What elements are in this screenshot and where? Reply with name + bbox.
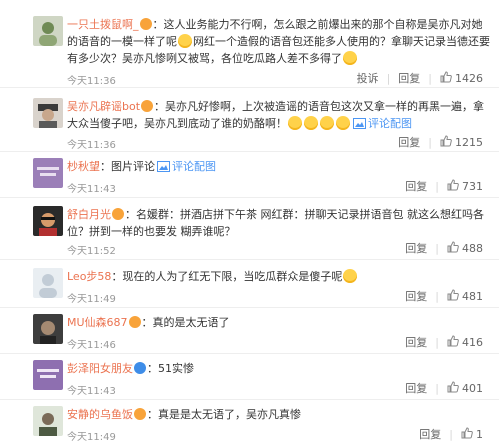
comment-text: MU仙森687 ：真的是太无语了 (67, 316, 230, 329)
vip-badge-icon (134, 408, 146, 420)
avatar[interactable] (33, 158, 63, 188)
comment-text: 杪秋望：图片评论 评论配图 (67, 160, 216, 173)
reply-button[interactable]: 回复 (405, 240, 427, 256)
vip-badge-icon (139, 18, 152, 30)
comment-text: Leo步58：现在的人为了红无下限，当吃瓜群众是傻子呢 (67, 268, 491, 285)
thumbs-up-icon (447, 241, 459, 253)
comment-item: 杪秋望：图片评论 评论配图 今天11:43 回复 | 731 (0, 152, 499, 198)
image-icon (157, 161, 170, 172)
emoji-icon (288, 116, 302, 130)
like-count: 731 (462, 179, 483, 193)
comment-text: 吴亦凡辟谣bot ：吴亦凡好惨啊，上次被造谣的语音包这次又拿一样的再黑一遍，拿大众… (67, 100, 485, 130)
like-count: 481 (462, 289, 483, 303)
comment-time: 今天11:49 (67, 432, 116, 443)
avatar[interactable] (33, 98, 63, 128)
like-button[interactable]: 401 (447, 381, 483, 395)
like-count: 1215 (455, 135, 483, 149)
like-count: 1426 (455, 71, 483, 85)
comment-item: MU仙森687 ：真的是太无语了 今天11:46 回复 | 416 (0, 308, 499, 354)
commenter-name[interactable]: 安静的乌鱼饭 (67, 408, 133, 421)
comment-image-link[interactable]: 评论配图 (172, 160, 216, 173)
comment-item: 彭泽阳女朋友 ：51实惨 今天11:43 回复 | 401 (0, 354, 499, 400)
avatar[interactable] (33, 16, 63, 46)
thumbs-up-icon (461, 427, 473, 439)
vip-badge-icon (112, 208, 124, 220)
commenter-name[interactable]: Leo步58 (67, 270, 111, 283)
avatar[interactable] (33, 268, 63, 298)
like-button[interactable]: 488 (447, 241, 483, 255)
comment-text: 彭泽阳女朋友 ：51实惨 (67, 362, 194, 375)
emoji-icon (343, 51, 357, 65)
vip-badge-icon (134, 362, 146, 374)
report-button[interactable]: 投诉 (357, 70, 379, 86)
commenter-name[interactable]: 杪秋望 (67, 160, 100, 173)
reply-button[interactable]: 回复 (405, 178, 427, 194)
image-icon (353, 118, 366, 129)
avatar[interactable] (33, 360, 63, 390)
commenter-name[interactable]: 吴亦凡辟谣bot (67, 100, 140, 113)
commenter-name[interactable]: 彭泽阳女朋友 (67, 362, 133, 375)
comment-time: 今天11:49 (67, 294, 116, 305)
reply-button[interactable]: 回复 (405, 334, 427, 350)
emoji-icon (304, 116, 318, 130)
avatar[interactable] (33, 206, 63, 236)
comment-text: 安静的乌鱼饭 ：真是是太无语了，吴亦凡真惨 (67, 408, 301, 421)
emoji-icon (343, 269, 358, 283)
comment-item: 一只土拨鼠啊_ ：这人业务能力不行啊，怎么跟之前爆出来的那个自称是吴亦凡对她的语音… (0, 0, 499, 88)
comment-time: 今天11:52 (67, 246, 116, 257)
comment-time: 今天11:46 (67, 340, 116, 351)
like-button[interactable]: 1215 (440, 135, 483, 149)
like-button[interactable]: 731 (447, 179, 483, 193)
commenter-name[interactable]: MU仙森687 (67, 316, 128, 329)
comment-item: Leo步58：现在的人为了红无下限，当吃瓜群众是傻子呢 今天11:49 回复 | 4… (0, 260, 499, 308)
emoji-icon (336, 116, 350, 130)
thumbs-up-icon (447, 179, 459, 191)
like-button[interactable]: 1426 (440, 71, 483, 85)
comment-time: 今天11:36 (67, 76, 116, 87)
commenter-name[interactable]: 舒白月光 (67, 208, 111, 221)
comment-feed: 一只土拨鼠啊_ ：这人业务能力不行啊，怎么跟之前爆出来的那个自称是吴亦凡对她的语音… (0, 0, 499, 448)
vip-badge-icon (128, 316, 141, 328)
like-count: 401 (462, 381, 483, 395)
reply-button[interactable]: 回复 (405, 380, 427, 396)
like-count: 488 (462, 241, 483, 255)
comment-time: 今天11:43 (67, 184, 116, 195)
emoji-icon (320, 116, 334, 130)
like-button[interactable]: 416 (447, 335, 483, 349)
thumbs-up-icon (447, 381, 459, 393)
comment-time: 今天11:36 (67, 140, 116, 151)
thumbs-up-icon (447, 335, 459, 347)
comment-image-link[interactable]: 评论配图 (368, 117, 412, 130)
comment-text: 舒白月光 ：名媛群：拼酒店拼下午茶 网红群：拼聊天记录拼语音包 就这么想红吗各位？… (67, 208, 484, 238)
reply-button[interactable]: 回复 (398, 134, 420, 150)
comment-item: 安静的乌鱼饭 ：真是是太无语了，吴亦凡真惨 今天11:49 回复 | 1 (0, 400, 499, 448)
reply-button[interactable]: 回复 (405, 288, 427, 304)
like-count: 416 (462, 335, 483, 349)
reply-button[interactable]: 回复 (419, 426, 441, 442)
like-button[interactable]: 1 (461, 427, 483, 441)
like-button[interactable]: 481 (447, 289, 483, 303)
thumbs-up-icon (447, 289, 459, 301)
comment-item: 舒白月光 ：名媛群：拼酒店拼下午茶 网红群：拼聊天记录拼语音包 就这么想红吗各位？… (0, 198, 499, 260)
emoji-icon (178, 34, 192, 48)
thumbs-up-icon (440, 71, 452, 83)
comment-text: 一只土拨鼠啊_ ：这人业务能力不行啊，怎么跟之前爆出来的那个自称是吴亦凡对她的语音… (67, 18, 490, 65)
avatar[interactable] (33, 406, 63, 436)
avatar[interactable] (33, 314, 63, 344)
comment-time: 今天11:43 (67, 386, 116, 397)
commenter-name[interactable]: 一只土拨鼠啊_ (67, 18, 139, 31)
comment-item: 吴亦凡辟谣bot ：吴亦凡好惨啊，上次被造谣的语音包这次又拿一样的再黑一遍，拿大众… (0, 88, 499, 152)
thumbs-up-icon (440, 135, 452, 147)
like-count: 1 (476, 427, 483, 441)
vip-badge-icon (141, 100, 154, 112)
reply-button[interactable]: 回复 (398, 70, 420, 86)
